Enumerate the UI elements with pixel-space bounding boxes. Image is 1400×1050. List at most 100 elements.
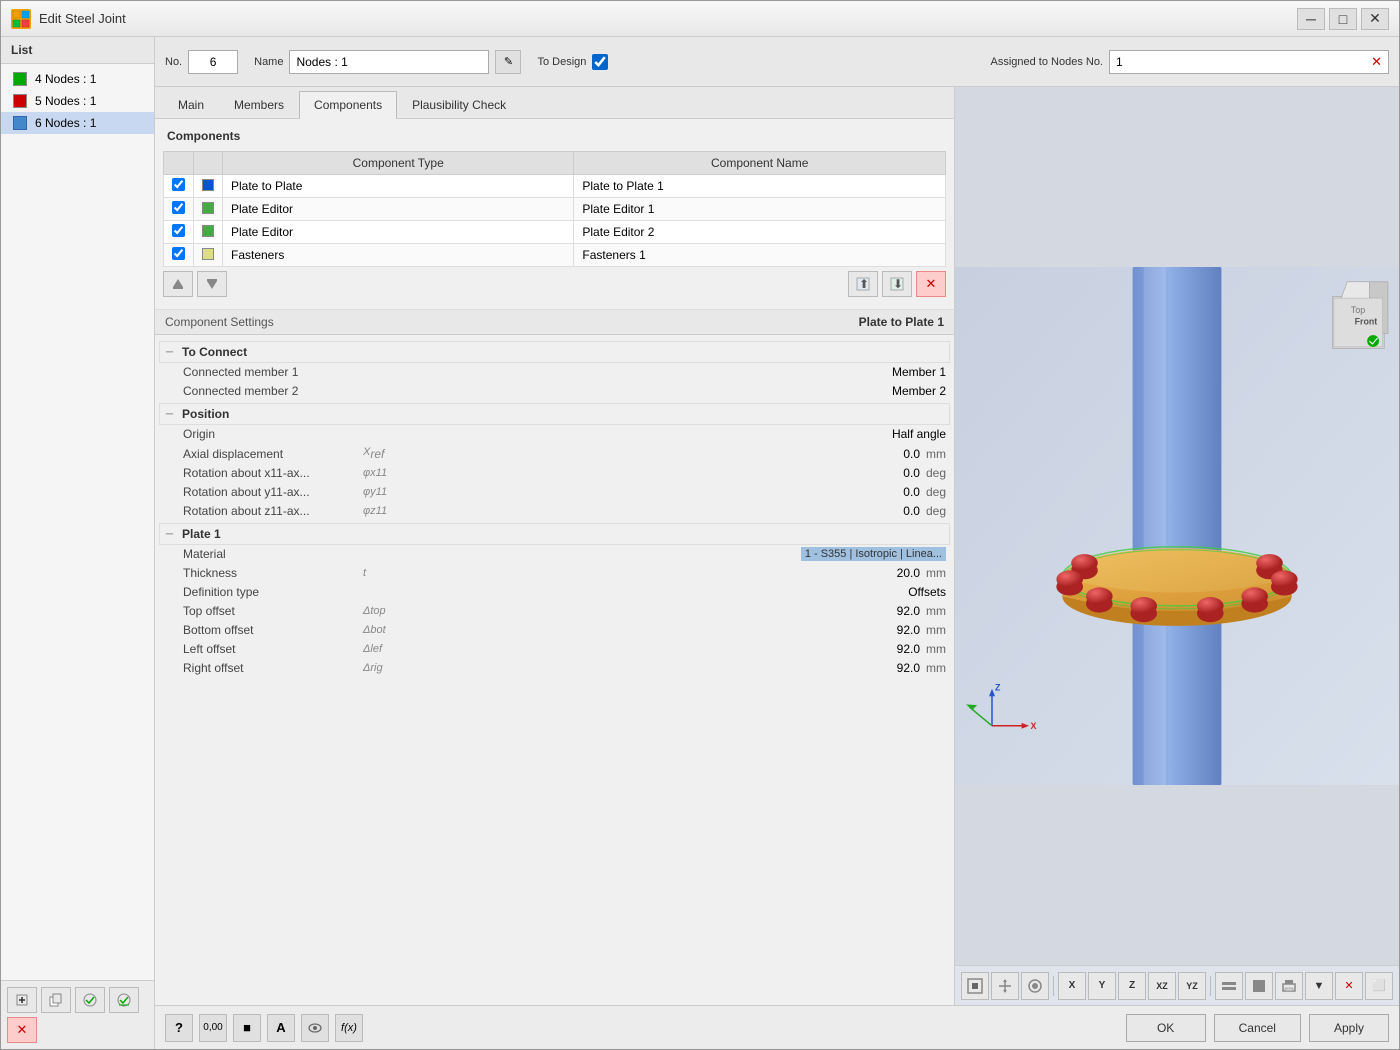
group-plate1-header[interactable]: ─ Plate 1 [159, 523, 950, 545]
number-format-button[interactable]: 0,00 [199, 1014, 227, 1042]
scene-svg: Z X [955, 87, 1399, 965]
check-button[interactable] [75, 987, 105, 1013]
x-view-button[interactable]: X [1058, 972, 1086, 1000]
assigned-label: Assigned to Nodes No. [990, 56, 1103, 68]
no-label: No. [165, 56, 182, 68]
titlebar: Edit Steel Joint ─ □ ✕ [1, 1, 1399, 37]
no-input[interactable]: 6 [188, 50, 238, 74]
row3-name: Plate Editor 2 [574, 221, 946, 244]
minimize-button[interactable]: ─ [1297, 8, 1325, 30]
window-controls: ─ □ ✕ [1297, 8, 1389, 30]
add-item-button[interactable] [7, 987, 37, 1013]
view-3d-content[interactable]: Z X [955, 87, 1399, 965]
value-thickness: 20.0mm [423, 566, 946, 580]
row-rotation-z: Rotation about z11-ax... φz11 0.0deg [159, 502, 950, 521]
assigned-value: 1 [1116, 55, 1123, 69]
param-rotation-y: φy11 [363, 486, 423, 498]
yz-view-button[interactable]: YZ [1178, 972, 1206, 1000]
row1-checkbox[interactable] [172, 178, 185, 191]
clear-assigned-button[interactable]: ✕ [1371, 54, 1382, 70]
pan-mode-button[interactable] [991, 972, 1019, 1000]
collapse-icon-plate1: ─ [166, 529, 178, 540]
label-axial-displacement: Axial displacement [183, 447, 363, 461]
edit-name-button[interactable]: ✎ [495, 50, 521, 74]
comp-toolbar-left [163, 271, 227, 297]
export-button[interactable]: ⬇ [882, 271, 912, 297]
group-position: ─ Position Origin Half angle Axial displ… [159, 403, 950, 521]
row-origin: Origin Half angle [159, 425, 950, 444]
list-items: 4 Nodes : 1 5 Nodes : 1 6 Nodes : 1 [1, 64, 154, 980]
list-item-node5[interactable]: 5 Nodes : 1 [1, 90, 154, 112]
print-button[interactable] [1275, 972, 1303, 1000]
xz-view-button[interactable]: XZ [1148, 972, 1176, 1000]
param-rotation-z: φz11 [363, 505, 423, 517]
close-button[interactable]: ✕ [1361, 8, 1389, 30]
table-row[interactable]: Plate Editor Plate Editor 2 [164, 221, 946, 244]
label-rotation-z: Rotation about z11-ax... [183, 504, 363, 518]
copy-item-button[interactable] [41, 987, 71, 1013]
components-table: Component Type Component Name Plate to P… [163, 151, 946, 267]
visibility-button[interactable] [301, 1014, 329, 1042]
ok-button[interactable]: OK [1126, 1014, 1206, 1042]
layers-button[interactable] [1215, 972, 1243, 1000]
check-all-button[interactable] [109, 987, 139, 1013]
row-material: Material 1 - S355 | Isotropic | Linea... [159, 545, 950, 564]
list-item-node6[interactable]: 6 Nodes : 1 [1, 112, 154, 134]
help-button[interactable]: ? [165, 1014, 193, 1042]
select-mode-button[interactable] [961, 972, 989, 1000]
move-up-button[interactable] [163, 271, 193, 297]
tab-members[interactable]: Members [219, 91, 299, 118]
row-connected-member2: Connected member 2 Member 2 [159, 382, 950, 401]
row2-checkbox[interactable] [172, 201, 185, 214]
list-header: List [1, 37, 154, 64]
assigned-group: Assigned to Nodes No. 1 ✕ [990, 50, 1389, 74]
close-view-button[interactable]: ✕ [1335, 972, 1363, 1000]
list-item-label-node6: 6 Nodes : 1 [35, 116, 96, 130]
svg-text:⬆: ⬆ [859, 277, 869, 291]
move-down-button[interactable] [197, 271, 227, 297]
table-row[interactable]: Plate to Plate Plate to Plate 1 [164, 175, 946, 198]
row2-color [202, 202, 214, 214]
render-button[interactable] [1021, 972, 1049, 1000]
to-design-checkbox[interactable] [592, 54, 608, 70]
color-button[interactable]: ■ [233, 1014, 261, 1042]
row3-checkbox[interactable] [172, 224, 185, 237]
assigned-input[interactable]: 1 ✕ [1109, 50, 1389, 74]
row2-type: Plate Editor [223, 198, 574, 221]
label-rotation-x: Rotation about x11-ax... [183, 466, 363, 480]
y-view-button[interactable]: Y [1088, 972, 1116, 1000]
table-row[interactable]: Plate Editor Plate Editor 1 [164, 198, 946, 221]
maximize-button[interactable]: □ [1329, 8, 1357, 30]
import-button[interactable]: ⬆ [848, 271, 878, 297]
solid-button[interactable] [1245, 972, 1273, 1000]
cancel-button[interactable]: Cancel [1214, 1014, 1301, 1042]
list-item-label-node4: 4 Nodes : 1 [35, 72, 96, 86]
text-button[interactable]: A [267, 1014, 295, 1042]
row-thickness: Thickness t 20.0mm [159, 564, 950, 583]
row1-type: Plate to Plate [223, 175, 574, 198]
delete-item-button[interactable]: ✕ [7, 1017, 37, 1043]
tab-plausibility[interactable]: Plausibility Check [397, 91, 521, 118]
group-to-connect-header[interactable]: ─ To Connect [159, 341, 950, 363]
view-3d: Z X [955, 87, 1399, 1005]
label-right-offset: Right offset [183, 661, 363, 675]
name-value: Nodes : 1 [296, 55, 347, 69]
name-input[interactable]: Nodes : 1 [289, 50, 489, 74]
formula-button[interactable]: f(x) [335, 1014, 363, 1042]
panel-toggle-button[interactable]: ⬜ [1365, 972, 1393, 1000]
tab-components[interactable]: Components [299, 91, 397, 119]
comp-settings-label: Component Settings [165, 315, 274, 329]
delete-comp-button[interactable]: ✕ [916, 271, 946, 297]
group-position-header[interactable]: ─ Position [159, 403, 950, 425]
tab-main[interactable]: Main [163, 91, 219, 118]
label-left-offset: Left offset [183, 642, 363, 656]
value-origin: Half angle [423, 427, 946, 441]
z-view-button[interactable]: Z [1118, 972, 1146, 1000]
group-plate1: ─ Plate 1 Material 1 - S355 | Isotropic … [159, 523, 950, 678]
row4-checkbox[interactable] [172, 247, 185, 260]
apply-button[interactable]: Apply [1309, 1014, 1389, 1042]
list-item-node4[interactable]: 4 Nodes : 1 [1, 68, 154, 90]
comp-settings-header: Component Settings Plate to Plate 1 [155, 310, 954, 335]
table-row[interactable]: Fasteners Fasteners 1 [164, 244, 946, 267]
more-button[interactable]: ▼ [1305, 972, 1333, 1000]
